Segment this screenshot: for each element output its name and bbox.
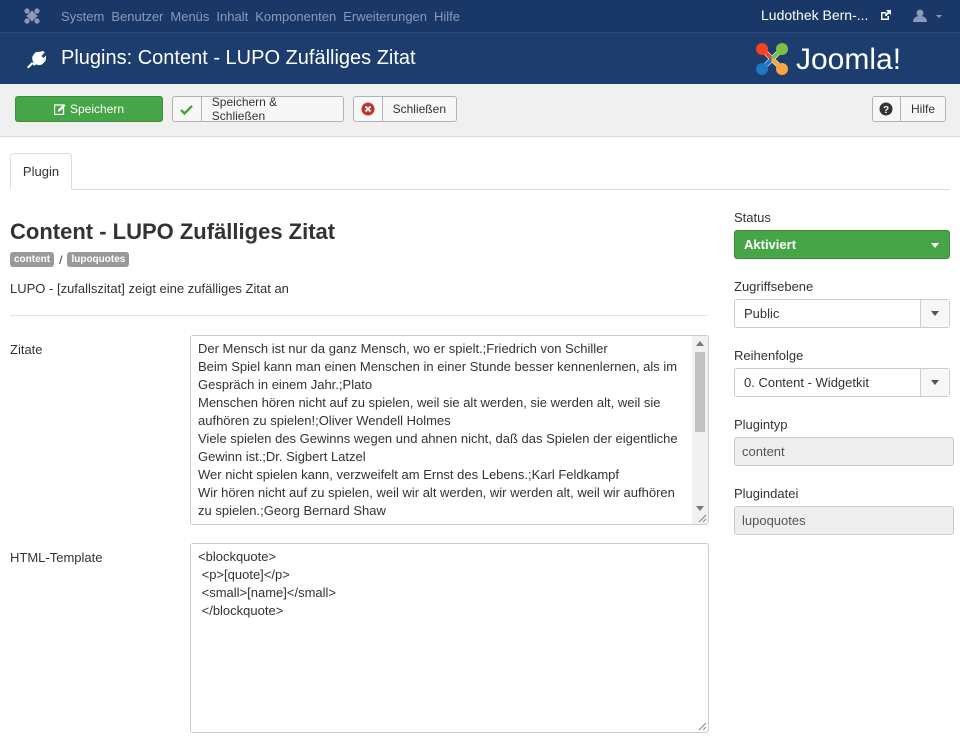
checkmark-icon	[173, 97, 202, 121]
status-value: Aktiviert	[744, 237, 797, 252]
close-button[interactable]: Schließen	[353, 96, 457, 122]
plugin-icon	[27, 50, 46, 69]
ordering-label: Reihenfolge	[734, 348, 804, 363]
menu-menus[interactable]: Menüs	[170, 9, 209, 24]
plugin-file-label: Plugindatei	[734, 486, 799, 501]
plugin-type-field: content	[734, 437, 954, 466]
toolbar: Speichern Speichern & Schließen Schließe…	[0, 84, 960, 137]
template-textarea[interactable]: <blockquote> <p>[quote]</p> <small>[name…	[190, 543, 709, 733]
element-badge: lupoquotes	[67, 252, 130, 267]
caret-down-icon	[931, 243, 939, 248]
site-link[interactable]: Ludothek Bern-...	[761, 7, 868, 23]
joomla-logo-icon[interactable]	[22, 6, 42, 26]
template-line: <blockquote>	[198, 549, 277, 564]
main-menu: System Benutzer Menüs Inhalt Komponenten…	[61, 0, 467, 32]
quotes-line: Beim Spiel kann man einen Menschen in ei…	[198, 359, 678, 374]
save-button[interactable]: Speichern	[15, 96, 163, 122]
ordering-dropdown-button[interactable]	[920, 369, 949, 396]
scroll-down-arrow-icon[interactable]	[696, 506, 704, 511]
help-button[interactable]: ? Hilfe	[872, 96, 946, 122]
template-label: HTML-Template	[10, 550, 103, 565]
access-label: Zugriffsebene	[734, 279, 814, 294]
access-value: Public	[744, 306, 780, 321]
plugin-title: Content - LUPO Zufälliges Zitat	[10, 219, 336, 244]
quotes-line: Gewinn ist.;Dr. Sigbert Latzel	[198, 449, 366, 464]
ordering-value: 0. Content - Widgetkit	[744, 375, 869, 390]
menu-users[interactable]: Benutzer	[111, 9, 163, 24]
access-select[interactable]: Public	[734, 299, 950, 328]
edit-icon	[53, 97, 66, 121]
quotes-line: Der Mensch ist nur da ganz Mensch, wo er…	[198, 341, 608, 356]
quotes-label: Zitate	[10, 342, 43, 357]
joomla-brand-text: Joomla!	[796, 43, 901, 76]
quotes-line: zu spielen.;Georg Bernard Shaw	[198, 503, 386, 518]
quotes-line: Wir hören nicht auf zu spielen, weil wir…	[198, 485, 675, 500]
resize-grip-icon[interactable]	[697, 721, 707, 731]
caret-down-icon	[931, 380, 939, 385]
user-menu-icon[interactable]	[912, 8, 942, 24]
menu-components[interactable]: Komponenten	[255, 9, 336, 24]
quotes-line: Wer nicht spielen kann, verzweifelt am E…	[198, 467, 620, 482]
plugin-file-field: lupoquotes	[734, 506, 954, 535]
plugin-badges: content / lupoquotes	[10, 252, 130, 267]
quotes-textarea[interactable]: Der Mensch ist nur da ganz Mensch, wo er…	[190, 335, 709, 525]
external-link-icon[interactable]	[880, 9, 892, 21]
question-icon: ?	[873, 97, 901, 121]
ordering-select[interactable]: 0. Content - Widgetkit	[734, 368, 950, 397]
divider	[10, 315, 708, 316]
tab-plugin[interactable]: Plugin	[10, 153, 72, 190]
menu-extensions[interactable]: Erweiterungen	[343, 9, 427, 24]
top-navbar: System Benutzer Menüs Inhalt Komponenten…	[0, 0, 960, 32]
menu-help[interactable]: Hilfe	[434, 9, 460, 24]
quotes-scrollbar[interactable]	[692, 336, 708, 524]
caret-down-icon	[931, 311, 939, 316]
resize-grip-icon[interactable]	[697, 513, 707, 523]
page-header: Plugins: Content - LUPO Zufälliges Zitat…	[0, 32, 960, 85]
save-close-label: Speichern & Schließen	[211, 95, 278, 123]
quotes-line: Gespräch in einem Jahr.;Plato	[198, 377, 373, 392]
save-label: Speichern	[69, 102, 125, 116]
plugin-type-label: Plugintyp	[734, 417, 788, 432]
status-label: Status	[734, 210, 771, 225]
template-line: <p>[quote]</p>	[198, 567, 290, 582]
scroll-up-arrow-icon[interactable]	[696, 341, 704, 346]
badge-separator: /	[59, 252, 63, 267]
status-select[interactable]: Aktiviert	[734, 230, 950, 259]
help-label: Hilfe	[910, 102, 935, 116]
svg-text:?: ?	[883, 105, 889, 116]
tab-divider	[10, 189, 950, 190]
template-line: </blockquote>	[198, 603, 284, 618]
folder-badge: content	[10, 252, 55, 267]
plugin-description: LUPO - [zufallszitat] zeigt eine zufälli…	[10, 281, 289, 296]
joomla-brand-logo: Joomla!	[756, 43, 901, 76]
close-label: Schließen	[392, 102, 446, 116]
cancel-icon	[354, 97, 383, 121]
access-dropdown-button[interactable]	[920, 300, 949, 327]
menu-content[interactable]: Inhalt	[216, 9, 248, 24]
quotes-line: Menschen hören nicht auf zu spielen, wei…	[198, 395, 661, 410]
quotes-line: Viele spielen des Gewinns wegen und ahne…	[198, 431, 678, 446]
save-close-button[interactable]: Speichern & Schließen	[172, 95, 344, 123]
quotes-line: aufhören zu spielen!;Oliver Wendell Holm…	[198, 413, 451, 428]
page-title: Plugins: Content - LUPO Zufälliges Zitat	[61, 47, 416, 69]
menu-system[interactable]: System	[61, 9, 104, 24]
template-line: <small>[name]</small>	[198, 585, 337, 600]
scrollbar-thumb[interactable]	[695, 352, 705, 432]
